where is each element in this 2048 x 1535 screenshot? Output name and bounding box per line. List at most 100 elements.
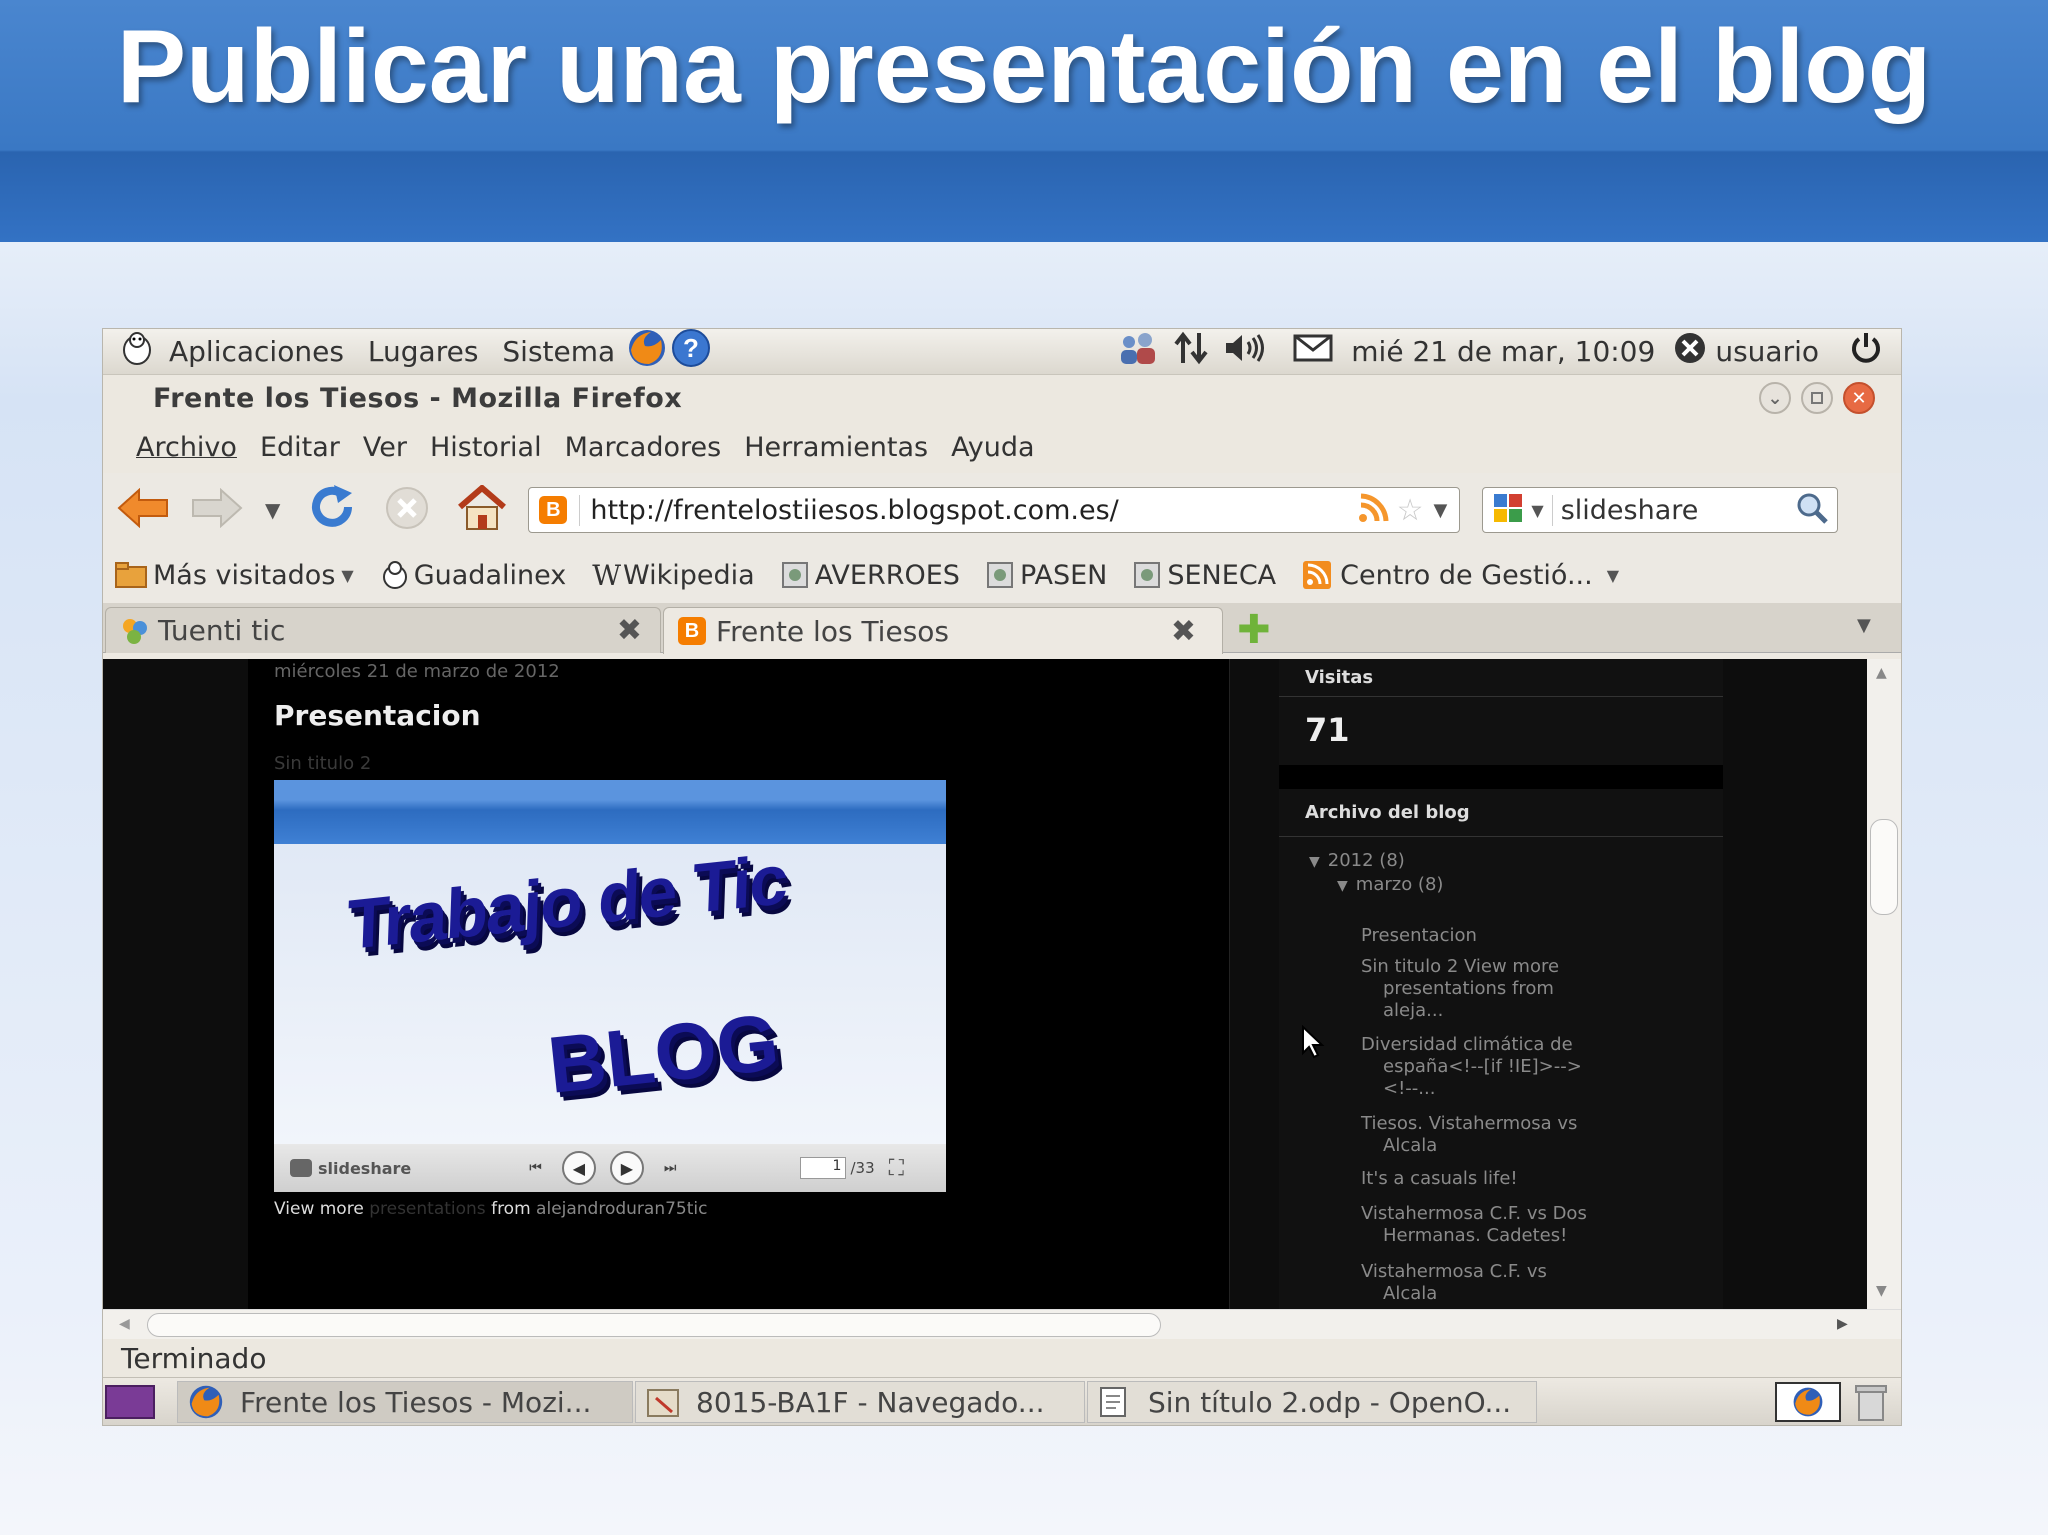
- menu-ver[interactable]: Ver: [363, 432, 407, 463]
- menu-ayuda[interactable]: Ayuda: [951, 432, 1034, 463]
- view-more-link-view[interactable]: View: [274, 1199, 314, 1219]
- menu-editar[interactable]: Editar: [260, 432, 340, 463]
- archive-post-link[interactable]: Sin titulo 2 View more presentations from…: [1361, 956, 1559, 1022]
- menu-aplicaciones[interactable]: Aplicaciones: [169, 335, 344, 368]
- mail-icon[interactable]: [1293, 334, 1333, 369]
- maximize-icon[interactable]: [1801, 382, 1833, 414]
- archive-post-link[interactable]: It's a casuals life!: [1361, 1168, 1518, 1190]
- clock[interactable]: mié 21 de mar, 10:09: [1351, 335, 1655, 368]
- post-title[interactable]: Presentacion: [274, 699, 481, 732]
- fullscreen-icon[interactable]: ⛶: [889, 1156, 904, 1181]
- close-tab-icon[interactable]: ✖: [1171, 614, 1196, 649]
- tab-tuenti-tic[interactable]: Tuenti tic ✖: [105, 607, 661, 653]
- tab-list-dropdown-icon[interactable]: ▼: [1857, 615, 1871, 636]
- gnome-foot-icon[interactable]: [119, 330, 155, 373]
- search-engine-dropdown-icon[interactable]: ▼: [1531, 501, 1543, 520]
- archive-post-line: presentations from: [1383, 978, 1554, 999]
- next-slide-icon[interactable]: ▶: [609, 1151, 644, 1185]
- vertical-scrollbar[interactable]: ▲ ▼: [1867, 659, 1901, 1309]
- task-label: Sin título 2.odp - OpenO...: [1148, 1385, 1512, 1419]
- search-box[interactable]: ▼ slideshare: [1482, 487, 1839, 533]
- reload-icon[interactable]: [308, 485, 358, 535]
- url-dropdown-icon[interactable]: ▼: [1434, 500, 1448, 521]
- archive-post-link[interactable]: Tiesos. Vistahermosa vs Alcala: [1361, 1113, 1577, 1157]
- search-input[interactable]: slideshare: [1551, 494, 1796, 526]
- slideshare-embed[interactable]: Trabajo de Tic BLOG slideshare ⏮ ◀ ▶ ⏭ 1…: [274, 780, 946, 1192]
- bookmark-wikipedia[interactable]: W Wikipedia: [592, 559, 754, 592]
- archive-post-link[interactable]: Presentacion: [1361, 925, 1477, 947]
- back-arrow-icon[interactable]: [117, 487, 169, 532]
- user-status-icon[interactable]: [1673, 331, 1707, 372]
- sidebar: Visitas 71 Archivo del blog ▼ 2012 (8) ▼ m…: [1279, 659, 1723, 1309]
- trash-icon[interactable]: [1851, 1382, 1891, 1425]
- firefox-launcher-icon[interactable]: [627, 329, 667, 375]
- show-desktop-icon[interactable]: [105, 1385, 155, 1419]
- rss-icon[interactable]: [1357, 493, 1389, 527]
- scroll-up-icon[interactable]: ▲: [1876, 665, 1887, 681]
- bookmark-mas-visitados[interactable]: Más visitados ▼: [115, 560, 354, 591]
- help-icon[interactable]: ?: [671, 329, 711, 375]
- scroll-thumb[interactable]: [1870, 819, 1898, 915]
- menu-archivo[interactable]: Archivo: [136, 432, 237, 463]
- forward-arrow-icon[interactable]: [191, 487, 243, 532]
- visits-header: Visitas: [1279, 659, 1723, 697]
- bookmark-guadalinex[interactable]: Guadalinex: [380, 560, 566, 591]
- bookmark-pasen[interactable]: PASEN: [986, 560, 1107, 591]
- bookmark-seneca[interactable]: SENECA: [1133, 560, 1276, 591]
- tab-frente-los-tiesos[interactable]: B Frente los Tiesos ✖: [663, 607, 1223, 654]
- horizontal-scrollbar[interactable]: ◀ ▶: [103, 1309, 1901, 1339]
- menu-historial[interactable]: Historial: [430, 432, 542, 463]
- blogger-favicon-icon: B: [539, 496, 568, 524]
- users-icon[interactable]: [1115, 330, 1161, 373]
- menu-herramientas[interactable]: Herramientas: [744, 432, 928, 463]
- archive-month-toggle[interactable]: ▼ marzo (8): [1337, 874, 1443, 897]
- menu-marcadores[interactable]: Marcadores: [565, 432, 722, 463]
- page-number-input[interactable]: 1: [800, 1157, 847, 1179]
- minimize-icon[interactable]: ⌄: [1759, 382, 1791, 414]
- history-dropdown-icon[interactable]: ▼: [265, 498, 280, 522]
- url-input[interactable]: http://frentelostiiesos.blogspot.com.es/: [579, 494, 1356, 526]
- last-slide-icon[interactable]: ⏭: [664, 1160, 677, 1176]
- search-icon[interactable]: [1795, 491, 1829, 529]
- volume-icon[interactable]: [1223, 332, 1267, 371]
- task-openoffice[interactable]: Sin título 2.odp - OpenO...: [1087, 1381, 1537, 1423]
- page-icon: [781, 562, 808, 588]
- close-tab-icon[interactable]: ✖: [617, 613, 642, 648]
- prev-slide-icon[interactable]: ◀: [561, 1151, 596, 1185]
- close-window-icon[interactable]: ✕: [1843, 382, 1875, 414]
- view-more-author-link[interactable]: alejandroduran75tic: [536, 1199, 707, 1219]
- bookmark-label: PASEN: [1019, 559, 1108, 591]
- bookmark-centro-gestion[interactable]: Centro de Gestió... ▼: [1302, 560, 1619, 591]
- menu-sistema[interactable]: Sistema: [502, 335, 615, 368]
- first-slide-icon[interactable]: ⏮: [529, 1160, 542, 1176]
- scroll-right-icon[interactable]: ▶: [1837, 1316, 1848, 1332]
- archive-post-link[interactable]: Diversidad climática de españa<!--[if !IE…: [1361, 1034, 1582, 1100]
- archive-post-link[interactable]: Vistahermosa C.F. vs Dos Hermanas. Cadete…: [1361, 1203, 1587, 1247]
- archive-year: 2012 (8): [1327, 850, 1405, 871]
- archive-post-line: Vistahermosa C.F. vs Dos: [1361, 1203, 1587, 1224]
- scroll-left-icon[interactable]: ◀: [119, 1316, 130, 1332]
- bookmark-averroes[interactable]: AVERROES: [781, 560, 960, 591]
- chevron-down-icon: ▼: [1309, 854, 1320, 870]
- home-icon[interactable]: [456, 484, 508, 535]
- view-more-link-more[interactable]: more: [320, 1199, 364, 1219]
- view-more-link-presentations[interactable]: presentations: [369, 1199, 485, 1219]
- stop-icon[interactable]: [384, 485, 430, 535]
- window-titlebar[interactable]: Frente los Tiesos - Mozilla Firefox ⌄ ✕: [103, 375, 1901, 421]
- archive-post-link[interactable]: Vistahermosa C.F. vs Alcala: [1361, 1261, 1547, 1305]
- task-firefox[interactable]: Frente los Tiesos - Mozi...: [177, 1381, 633, 1423]
- google-icon[interactable]: [1493, 493, 1523, 527]
- user-name[interactable]: usuario: [1715, 335, 1819, 368]
- url-bar[interactable]: B http://frentelostiiesos.blogspot.com.e…: [528, 487, 1461, 533]
- task-file-browser[interactable]: 8015-BA1F - Navegado...: [635, 1381, 1085, 1423]
- menu-lugares[interactable]: Lugares: [368, 335, 479, 368]
- bookmark-label: AVERROES: [814, 559, 960, 591]
- archive-year-toggle[interactable]: ▼ 2012 (8): [1309, 850, 1405, 873]
- network-icon[interactable]: [1173, 331, 1209, 372]
- scroll-down-icon[interactable]: ▼: [1876, 1283, 1887, 1299]
- new-tab-icon[interactable]: ✚: [1237, 607, 1271, 653]
- bookmark-star-icon[interactable]: ☆: [1397, 493, 1424, 528]
- power-icon[interactable]: [1849, 331, 1883, 372]
- workspace-switcher-firefox-icon[interactable]: [1775, 1382, 1841, 1422]
- horizontal-scroll-thumb[interactable]: [147, 1313, 1161, 1337]
